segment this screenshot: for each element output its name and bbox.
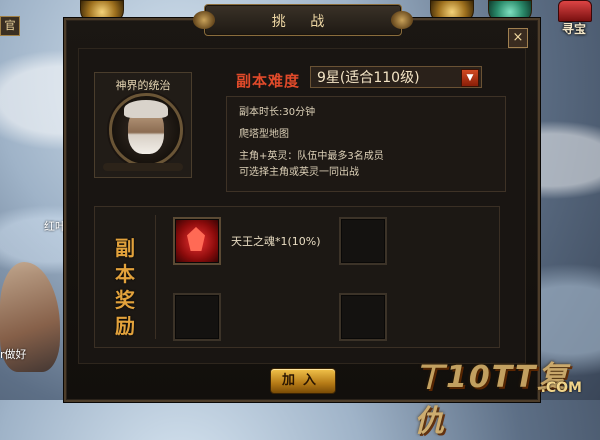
reward-title-char: 励 bbox=[115, 314, 135, 338]
portrait-ornament bbox=[103, 163, 183, 171]
dialog-title: 挑 战 bbox=[271, 14, 335, 30]
reward-slot-3[interactable] bbox=[173, 293, 221, 341]
info-map-type: 爬塔型地图 bbox=[239, 129, 289, 140]
reward-section: 副 本 奖 励 天王之魂*1(10%) bbox=[94, 206, 500, 348]
reward-title-char: 奖 bbox=[115, 288, 135, 312]
reward-item-name: 天王之魂*1(10%) bbox=[231, 235, 321, 248]
reward-title: 副 本 奖 励 bbox=[113, 235, 137, 339]
site-watermark: ㄒ10TT复仇 .COM bbox=[414, 352, 594, 439]
join-button[interactable]: 加入 bbox=[270, 368, 336, 394]
info-participation: 可选择主角或英灵一同出战 bbox=[239, 167, 359, 178]
soul-gem-icon bbox=[187, 227, 205, 251]
reward-slot-4[interactable] bbox=[339, 293, 387, 341]
dungeon-info-box: 副本时长:30分钟 爬塔型地图 主角+英灵：队伍中最多3名成员 可选择主角或英灵… bbox=[226, 96, 506, 192]
reward-slot-2[interactable] bbox=[339, 217, 387, 265]
dungeon-portrait-card: 神界的统治 bbox=[94, 72, 192, 178]
challenge-dialog: 挑 战 × 神界的统治 副本难度 9星(适合110级) ▼ 副本时长:30分钟 … bbox=[64, 4, 540, 402]
world-chat-fragment: r做好 bbox=[0, 348, 27, 361]
watermark-logo: ㄒ10TT复仇 bbox=[414, 360, 570, 439]
info-team-rule: 主角+英灵：队伍中最多3名成员 bbox=[239, 151, 384, 162]
difficulty-select[interactable]: 9星(适合110级) ▼ bbox=[310, 66, 482, 88]
watermark-suffix: .COM bbox=[540, 380, 582, 396]
top-left-menu-button[interactable]: 官 bbox=[0, 16, 20, 36]
difficulty-label: 副本难度 bbox=[236, 72, 301, 90]
boss-portrait bbox=[109, 93, 183, 167]
reward-divider bbox=[155, 215, 156, 339]
dungeon-name: 神界的统治 bbox=[115, 79, 171, 92]
chevron-down-icon[interactable]: ▼ bbox=[461, 69, 479, 87]
close-button[interactable]: × bbox=[508, 28, 528, 48]
world-name-fragment: 红叶 bbox=[44, 220, 66, 233]
difficulty-value: 9星(适合110级) bbox=[317, 70, 420, 86]
treasure-label: 寻宝 bbox=[561, 22, 586, 36]
reward-title-char: 副 bbox=[115, 236, 135, 260]
reward-slot-1[interactable] bbox=[173, 217, 221, 265]
dialog-title-bar: 挑 战 bbox=[193, 4, 413, 36]
boss-face-icon bbox=[124, 100, 168, 154]
treasure-chest-icon bbox=[558, 0, 592, 22]
treasure-button[interactable]: 寻宝 bbox=[552, 0, 596, 40]
reward-title-char: 本 bbox=[115, 262, 135, 286]
info-duration: 副本时长:30分钟 bbox=[239, 107, 316, 118]
